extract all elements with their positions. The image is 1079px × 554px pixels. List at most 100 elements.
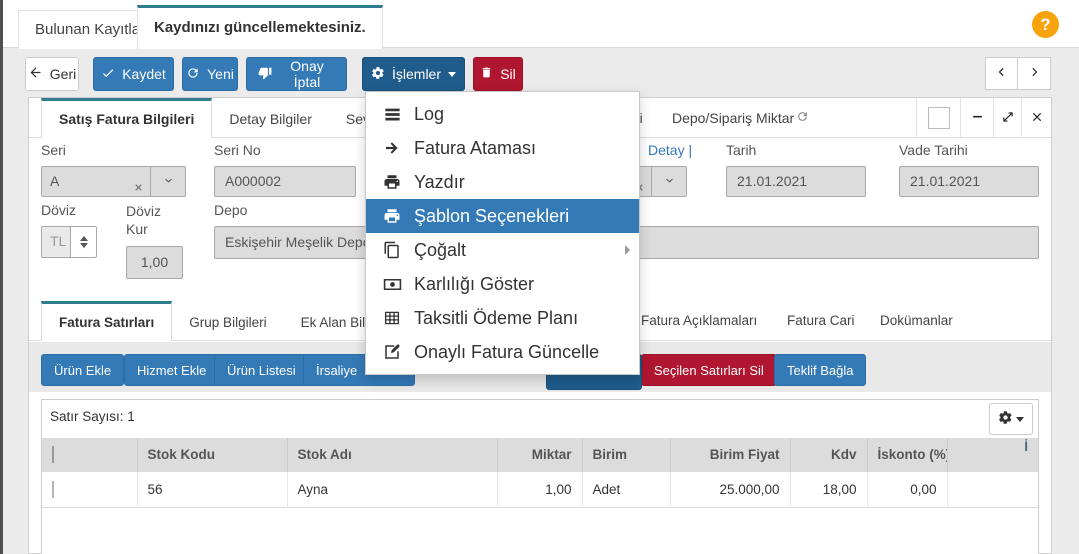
- link-quote-button[interactable]: Teklif Bağla: [774, 354, 866, 386]
- product-list-button[interactable]: Ürün Listesi: [214, 354, 309, 386]
- detay-link[interactable]: Detay |: [648, 142, 692, 158]
- vade-tarihi-field[interactable]: 21.01.2021: [899, 166, 1039, 197]
- printer-icon: [380, 207, 404, 225]
- cell-stok-kodu[interactable]: 56: [137, 471, 287, 507]
- menu-item-label: Log: [414, 104, 444, 125]
- prev-record-button[interactable]: [985, 57, 1018, 90]
- tab-documents-label: Dokümanlar: [880, 313, 953, 328]
- cancel-approval-button[interactable]: Onay İptal: [246, 57, 347, 91]
- operations-label: İşlemler: [392, 66, 441, 82]
- col-birim[interactable]: Birim: [582, 438, 670, 471]
- expand-icon: [1001, 110, 1015, 127]
- seri-no-field[interactable]: A000002: [214, 166, 356, 197]
- tab-detail-info[interactable]: Detay Bilgiler: [212, 98, 328, 138]
- grid-header-bar: Satır Sayısı: 1: [42, 400, 1038, 438]
- tab-warehouse-order-qty[interactable]: Depo/Sipariş Miktar: [672, 98, 809, 138]
- col-miktar[interactable]: Miktar: [497, 438, 582, 471]
- doviz-spinner[interactable]: [71, 226, 97, 258]
- add-product-button[interactable]: Ürün Ekle: [41, 354, 124, 386]
- doviz-value-box[interactable]: TL: [41, 226, 71, 258]
- tarih-field[interactable]: 21.01.2021: [726, 166, 866, 197]
- money-icon: [380, 275, 404, 294]
- cell-stok-adi[interactable]: Ayna: [287, 471, 497, 507]
- panel-close-button[interactable]: [1021, 98, 1051, 138]
- chevron-left-icon: [995, 65, 1009, 82]
- col-iskonto[interactable]: İskonto (%): [867, 438, 947, 471]
- tab-invoice-notes[interactable]: Fatura Açıklamaları: [641, 301, 757, 341]
- seri-dropdown-button[interactable]: [151, 166, 186, 197]
- menu-item-karliligi-goster[interactable]: Karlılığı Göster: [366, 267, 639, 301]
- cell-miktar[interactable]: 1,00: [497, 471, 582, 507]
- invoice-lines-table: Stok Kodu Stok Adı Miktar Birim Birim Fi…: [42, 438, 1038, 508]
- back-button[interactable]: Geri: [25, 57, 79, 91]
- menu-item-label: Fatura Ataması: [414, 138, 536, 159]
- menu-item-fatura-atamasi[interactable]: Fatura Ataması: [366, 131, 639, 165]
- row-select-cell[interactable]: [42, 471, 137, 507]
- menu-item-taksitli-odeme-plani[interactable]: Taksitli Ödeme Planı: [366, 301, 639, 335]
- operations-button[interactable]: İşlemler: [362, 57, 465, 91]
- panel-select-checkbox[interactable]: [916, 98, 960, 138]
- col-birim-fiyat[interactable]: Birim Fiyat: [670, 438, 790, 471]
- app-root: Bulunan Kayıtlar Kaydınızı güncellemekte…: [0, 0, 1079, 554]
- table-header-row: Stok Kodu Stok Adı Miktar Birim Birim Fi…: [42, 438, 1038, 471]
- panel-expand-button[interactable]: [993, 98, 1021, 138]
- tab-invoice-account[interactable]: Fatura Cari: [787, 301, 855, 341]
- add-service-button[interactable]: Hizmet Ekle: [124, 354, 219, 386]
- caret-down-icon: [1016, 417, 1024, 422]
- table-row[interactable]: 56 Ayna 1,00 Adet 25.000,00 18,00 0,00: [42, 471, 1038, 507]
- clear-icon[interactable]: [133, 174, 144, 197]
- cell-birim[interactable]: Adet: [582, 471, 670, 507]
- next-record-button[interactable]: [1018, 57, 1051, 90]
- doviz-kur-label: Döviz Kur: [126, 202, 172, 238]
- question-icon: ?: [1040, 15, 1050, 34]
- new-label: Yeni: [207, 66, 234, 82]
- header-select-all[interactable]: [42, 438, 137, 471]
- menu-item-cogalt[interactable]: Çoğalt: [366, 233, 639, 267]
- delete-selected-rows-button[interactable]: Seçilen Satırları Sil: [641, 354, 777, 386]
- tab-group-info-label: Grup Bilgileri: [189, 315, 266, 330]
- checkbox-icon[interactable]: [52, 446, 54, 463]
- copy-icon: [380, 241, 404, 259]
- menu-item-label: Onaylı Fatura Güncelle: [414, 342, 599, 363]
- tab-invoice-lines[interactable]: Fatura Satırları: [41, 301, 172, 341]
- cell-kdv[interactable]: 18,00: [790, 471, 867, 507]
- help-button[interactable]: ?: [1032, 11, 1059, 38]
- seri-combobox[interactable]: A: [41, 166, 186, 197]
- menu-item-yazdir[interactable]: Yazdır: [366, 165, 639, 199]
- menu-item-sablon-secenekleri[interactable]: Şablon Seçenekleri: [366, 199, 639, 233]
- col-stok-kodu[interactable]: Stok Kodu: [137, 438, 287, 471]
- grid-settings-button[interactable]: [989, 403, 1033, 435]
- tab-sales-invoice-info[interactable]: Satış Fatura Bilgileri: [41, 98, 212, 138]
- row-count-label: Satır Sayısı: 1: [50, 409, 135, 424]
- trash-icon: [480, 66, 493, 82]
- delete-button[interactable]: Sil: [473, 57, 523, 91]
- seri-value-box[interactable]: A: [41, 166, 151, 197]
- save-button[interactable]: Kaydet: [93, 57, 174, 91]
- col-kdv[interactable]: Kdv: [790, 438, 867, 471]
- record-pager: [985, 57, 1051, 90]
- tab-updating-record[interactable]: Kaydınızı güncellemektesiniz.: [137, 5, 383, 49]
- cell-partial[interactable]: [947, 471, 1038, 507]
- menu-item-log[interactable]: Log: [366, 97, 639, 131]
- new-button[interactable]: Yeni: [182, 57, 238, 91]
- panel-minimize-button[interactable]: [960, 98, 993, 138]
- col-stok-adi[interactable]: Stok Adı: [287, 438, 497, 471]
- spin-down-icon: [80, 243, 88, 248]
- tab-updating-record-label: Kaydınızı güncellemektesiniz.: [154, 19, 366, 36]
- doviz-label: Döviz: [41, 202, 76, 218]
- menu-item-onayli-fatura-guncelle[interactable]: Onaylı Fatura Güncelle: [366, 335, 639, 369]
- cell-iskonto[interactable]: 0,00: [867, 471, 947, 507]
- list-bars-icon: [380, 105, 404, 124]
- menu-item-label: Taksitli Ödeme Planı: [414, 308, 578, 329]
- save-label: Kaydet: [122, 66, 166, 82]
- doviz-select[interactable]: TL: [41, 226, 97, 258]
- tab-documents[interactable]: Dokümanlar: [880, 301, 953, 341]
- col-partial[interactable]: İ: [947, 438, 1038, 471]
- cell-birim-fiyat[interactable]: 25.000,00: [670, 471, 790, 507]
- doviz-kur-field[interactable]: 1,00: [126, 246, 183, 279]
- seri-no-label: Seri No: [214, 142, 261, 158]
- printer-icon: [380, 173, 404, 191]
- checkbox-icon[interactable]: [52, 481, 54, 498]
- tab-group-info[interactable]: Grup Bilgileri: [172, 301, 283, 341]
- cari-dropdown-button[interactable]: [652, 166, 687, 197]
